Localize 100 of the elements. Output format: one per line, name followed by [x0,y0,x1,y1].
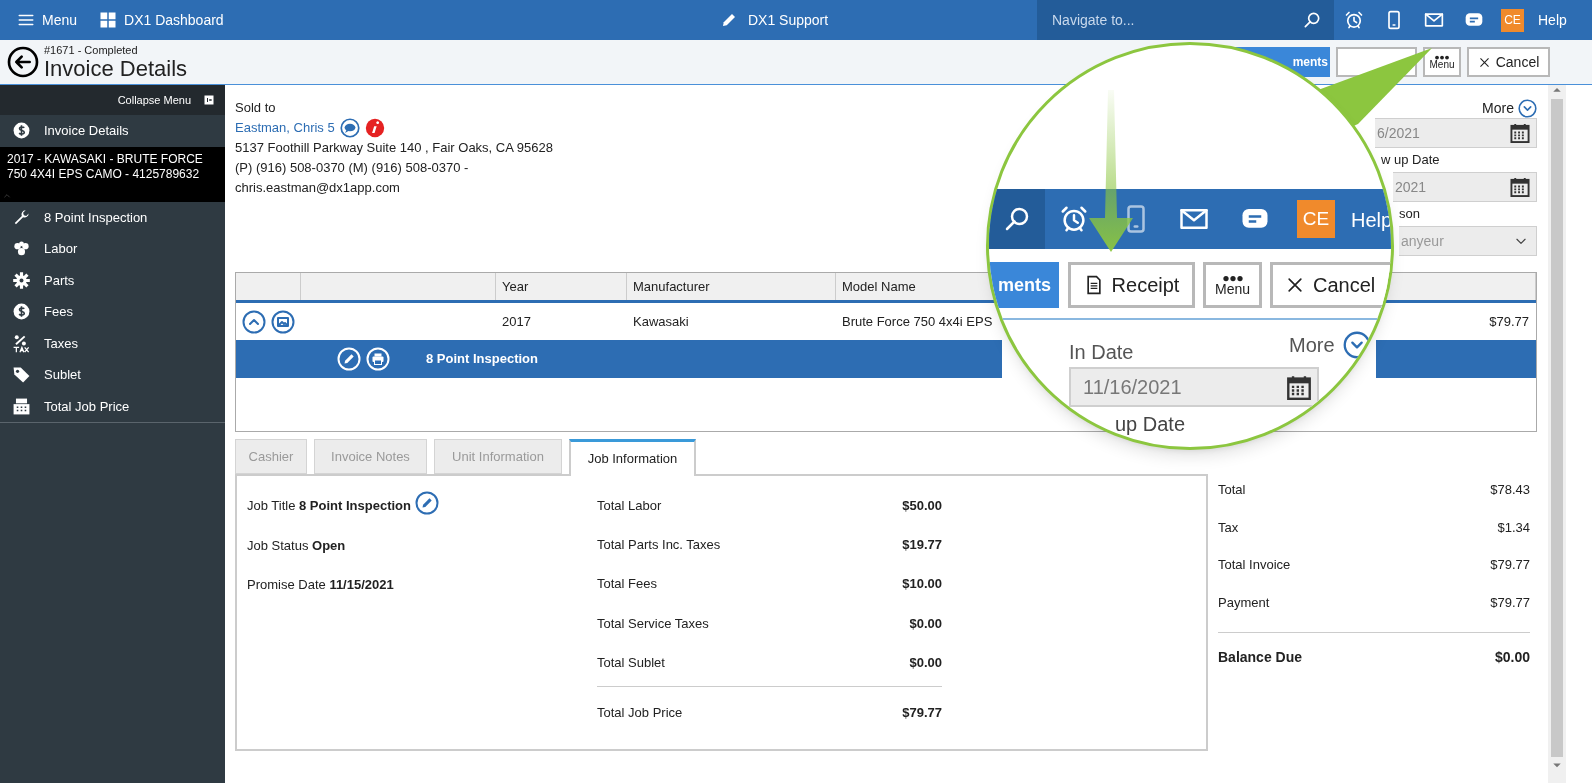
chevron-down-icon [1342,331,1371,359]
job-name: 8 Point Inspection [426,350,538,369]
register-icon [12,396,31,416]
more-toggle[interactable]: More [1482,97,1514,119]
search-icon [1302,10,1322,30]
summary-value: $78.43 [1490,481,1530,500]
customer-phones: (P) (916) 508-0370 (M) (916) 508-0370 - [235,159,470,177]
customer-link[interactable]: Eastman, Chris 5 [235,118,335,138]
tab[interactable]: Job Information [569,439,696,476]
sidebar-item[interactable]: Sublet [0,359,225,391]
menu-button[interactable]: Menu [1203,262,1262,308]
dollar-icon [12,302,31,322]
date-field[interactable]: 11/16/2021 [1069,367,1319,407]
more-toggle[interactable]: More [1289,330,1335,360]
total-value: $0.00 [909,653,942,672]
back-icon [7,46,39,78]
print-icon [366,347,390,371]
sidebar-item[interactable]: 8 Point Inspection [0,201,225,233]
tag-icon [12,365,31,385]
job-field: Job Status Open [247,535,346,555]
summary-value: $79.77 [1490,556,1530,575]
total-value: $0.00 [909,614,942,633]
scrollbar-thumb[interactable] [1551,99,1563,757]
table-cell-text: $79.77 [1489,312,1530,331]
summary-label: Total [1218,481,1246,500]
table-cell-text: Kawasaki [632,312,690,331]
sidebar-item[interactable]: Taxes [0,327,225,359]
pencil-icon [337,347,361,371]
sidebar-item[interactable]: Labor [0,233,225,265]
alarm-icon [1059,204,1089,234]
dots-icon [1434,54,1450,60]
total-label: Total Labor [597,497,662,515]
info-icon [364,118,385,138]
customer-address: 5137 Foothill Parkway Suite 140 , Fair Oaks, CA 95628 [235,139,553,157]
pencil-icon [415,491,439,515]
close-icon [1477,55,1491,69]
chevron-down-icon [1518,98,1537,118]
total-label: Total Job Price [597,703,683,722]
sidebar-item[interactable]: Invoice Details [0,115,225,147]
total-label: Total Fees [597,575,657,594]
app-title: DX1 Support [748,10,829,30]
customer-email: chris.eastman@dx1app.com [235,179,401,197]
field-label: w up Date [1381,151,1441,170]
table-cell-text: Brute Force 750 4x4i EPS [841,312,993,331]
search-field[interactable]: Navigate to... [1037,0,1334,40]
chat-bubble-icon [339,118,360,138]
chevron-up-icon [242,309,266,334]
chevron-up-icon [2,191,12,200]
total-label: Total Service Taxes [597,614,709,633]
image-icon [271,309,295,334]
total-value: $79.77 [902,703,942,722]
total-value: $50.00 [902,497,942,515]
job-field: Promise Date 11/15/2021 [247,575,394,595]
menu-button[interactable]: Menu [1423,47,1461,77]
sidebar-item[interactable]: Fees [0,296,225,328]
sold-to-label: Sold to [235,99,277,117]
summary-value: $0.00 [1494,647,1530,667]
summary-label: Tax [1218,518,1239,537]
menu-button[interactable]: Menu [16,9,78,31]
close-icon [1285,275,1305,295]
unit-title[interactable]: 2017 - KAWASAKI - BRUTE FORCE 750 4X4I EPS CAMO - 4125789632 [7,151,212,182]
calendar-icon [1510,123,1530,143]
adjustments-button[interactable]: ments [989,262,1059,308]
receipt-button[interactable]: Receipt [1068,262,1195,308]
cancel-button[interactable]: Cancel [1467,47,1550,77]
help-link[interactable]: Help [1351,205,1391,235]
invoice-status: #1671 - Completed [44,43,139,56]
grid-icon [99,11,118,29]
page-title: Invoice Details [44,55,188,81]
total-value: $19.77 [902,536,942,555]
mail-icon [1424,10,1444,30]
total-label: Total Sublet [597,653,665,672]
collapse-icon [203,94,215,106]
field-label: up Date [1115,413,1186,435]
gear-icon [12,270,31,290]
summary-label: Payment [1218,594,1270,613]
total-label: Total Parts Inc. Taxes [597,536,721,555]
column-header: Manufacturer [627,273,836,300]
help-link[interactable]: Help [1538,9,1567,31]
sidebar-item[interactable]: Parts [0,264,225,296]
sidebar-item[interactable]: Total Job Price [0,390,225,422]
summary-value: $1.34 [1497,518,1530,537]
column-header: Year [496,273,627,300]
tax-icon [12,333,31,353]
pencil-icon [720,11,738,29]
collapse-menu-link[interactable]: Collapse Menu [117,91,191,109]
summary-label: Total Invoice [1218,556,1291,575]
summary-label: Balance Due [1218,647,1303,667]
job-field: Job Title 8 Point Inspection [247,496,411,516]
cancel-button[interactable]: Cancel [1270,262,1391,308]
summary-value: $79.77 [1490,594,1530,613]
dots-icon [1221,274,1244,282]
calendar-icon [1287,374,1311,400]
calendar-icon [1510,177,1530,197]
dollar-icon [12,121,31,141]
dashboard-link[interactable]: DX1 Dashboard [99,9,224,31]
field-label: In Date [1069,340,1134,365]
job-row[interactable]: 8 Point Inspection [236,340,1002,378]
table-cell-text: 2017 [501,312,532,331]
total-value: $10.00 [902,575,942,594]
